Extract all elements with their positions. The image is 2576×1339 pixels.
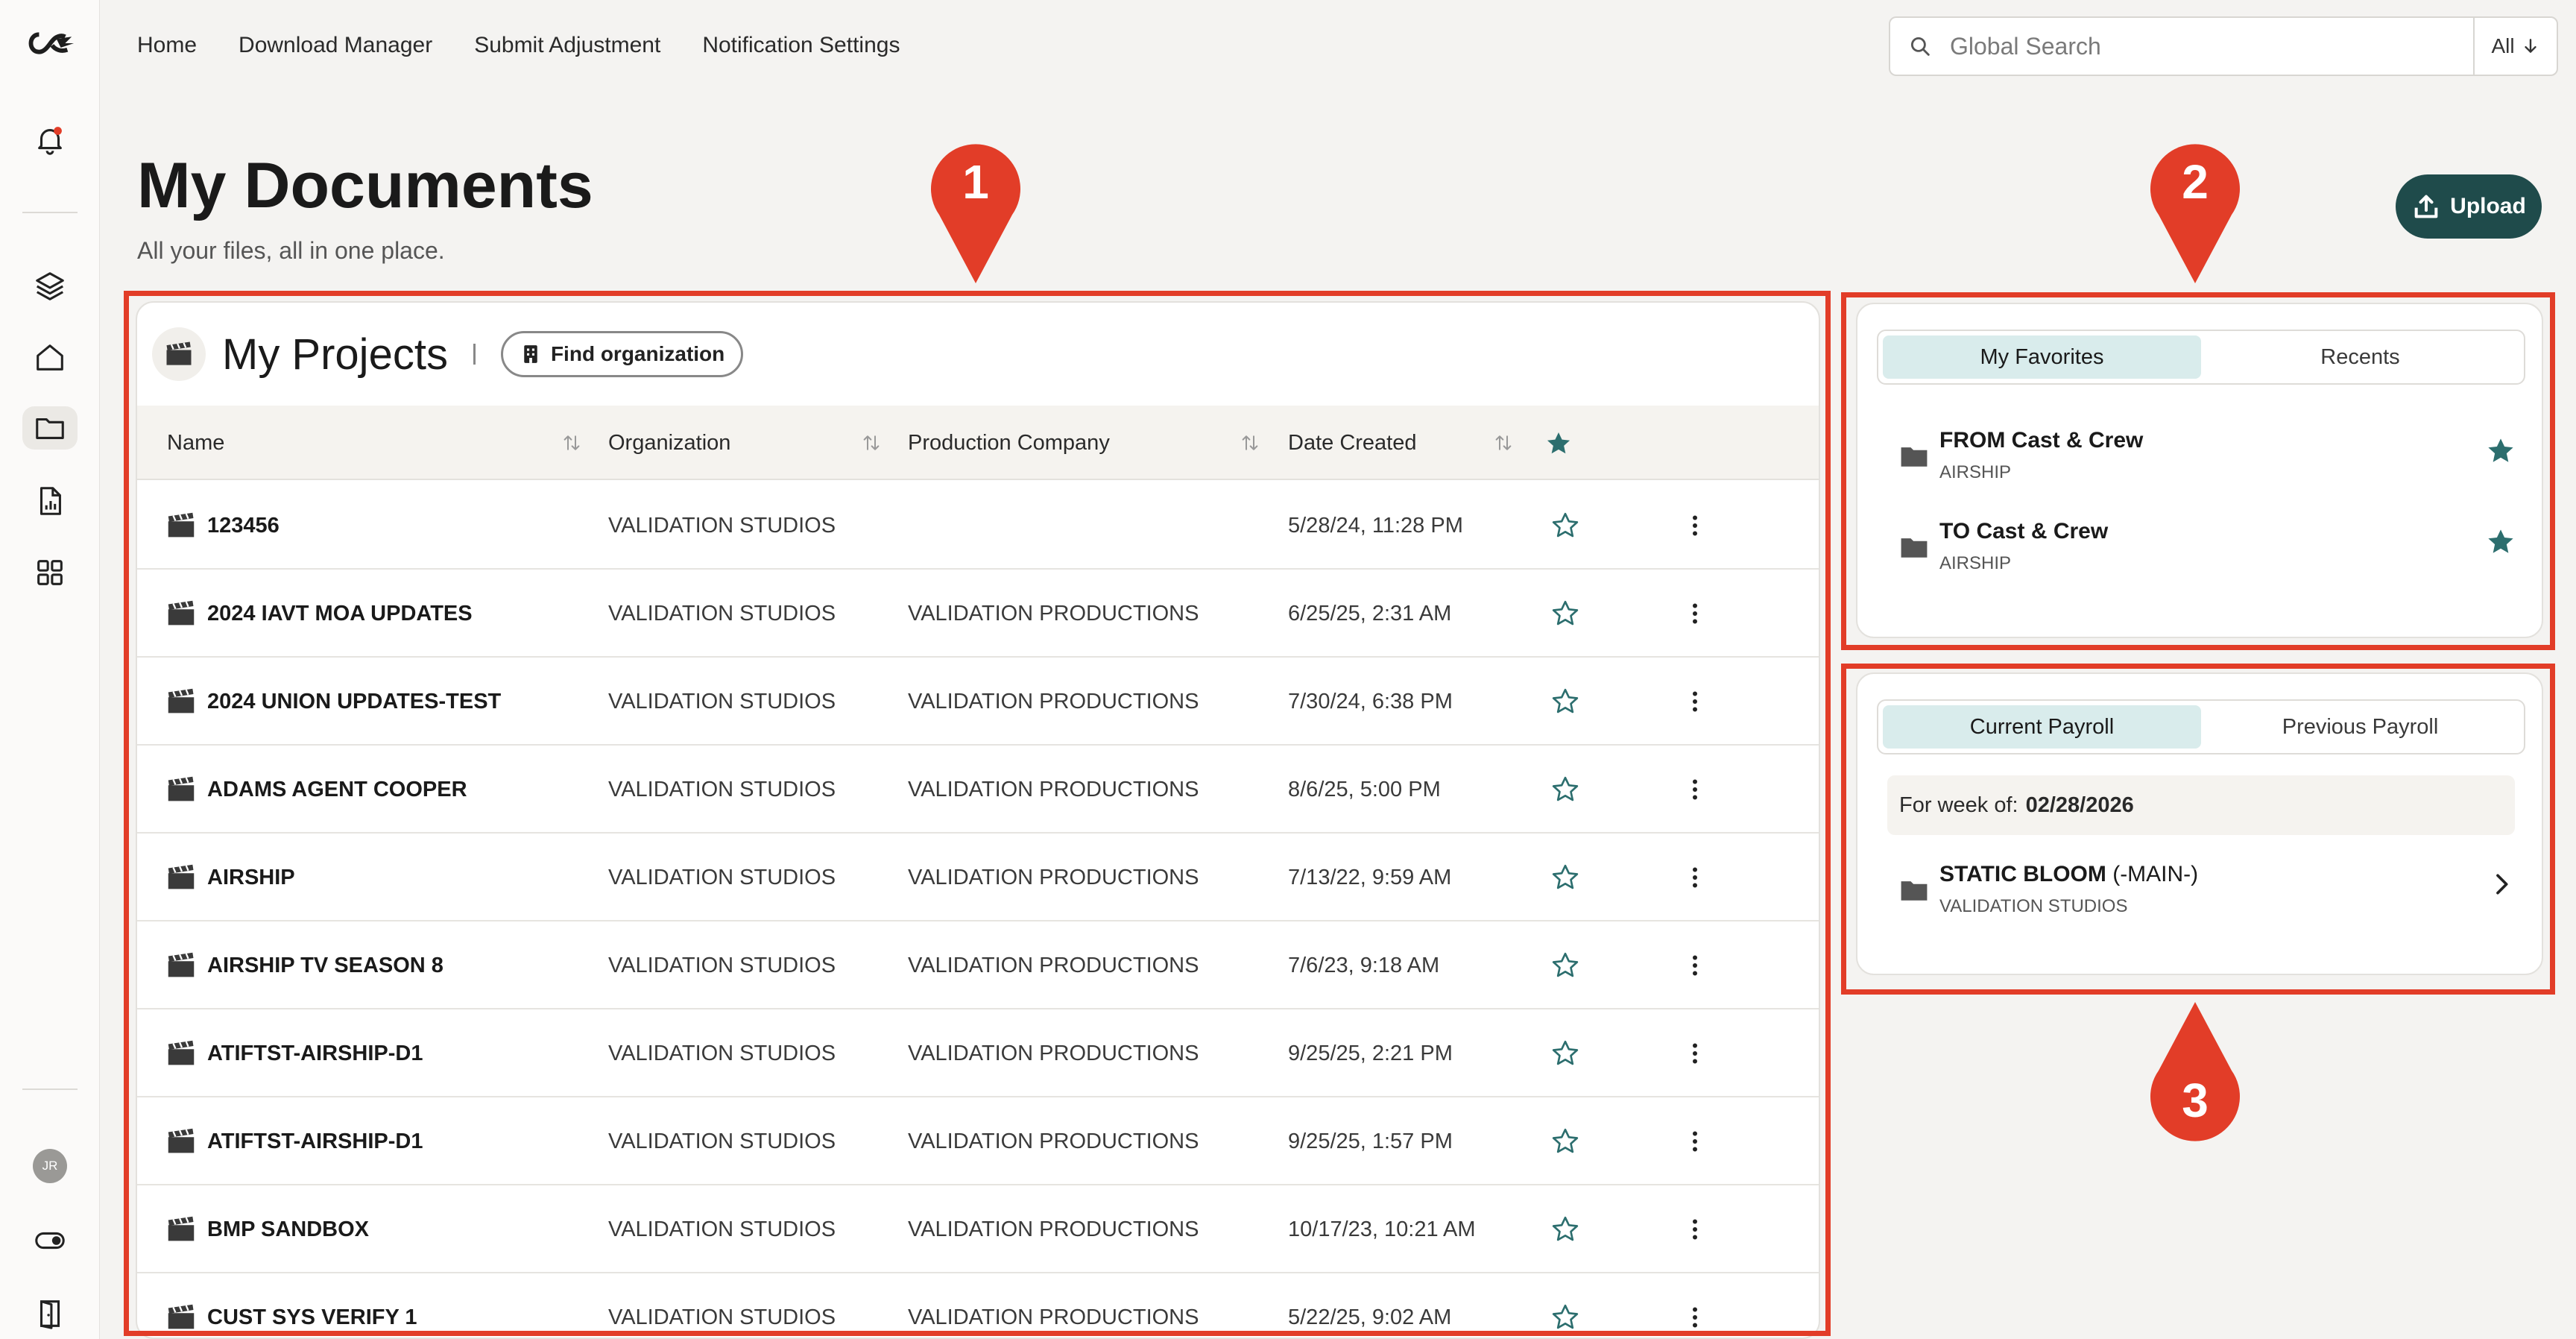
marker-label: 1 [962,155,989,209]
nav-notification-settings[interactable]: Notification Settings [702,33,900,58]
report-icon [40,487,61,515]
annotation-box-2 [1841,292,2555,650]
upload-icon [2414,195,2438,218]
global-search: All [1889,16,2558,76]
search-input[interactable] [1950,32,2473,60]
sidebar-divider [22,212,78,213]
marker-label: 2 [2182,155,2209,209]
logout-button[interactable] [0,1287,100,1339]
page-subtitle: All your files, all in one place. [137,237,445,264]
grid-icon [37,560,63,585]
notifications-button[interactable] [0,113,100,167]
user-avatar-button[interactable]: JR [0,1139,100,1193]
annotation-marker-1: 1 [931,144,1020,283]
upload-label: Upload [2450,194,2526,218]
annotation-box-1 [124,291,1831,1336]
sidebar-item-documents[interactable] [0,401,100,455]
sidebar-item-reports[interactable] [0,474,100,528]
search-icon [1890,18,1950,75]
layers-icon [36,272,64,300]
top-nav: Home Download Manager Submit Adjustment … [137,33,900,58]
door-icon [40,1300,60,1329]
annotation-marker-2: 2 [2150,144,2240,283]
sidebar-item-home[interactable] [0,331,100,385]
bell-icon [38,127,62,155]
avatar: JR [33,1149,67,1183]
nav-submit-adjustment[interactable]: Submit Adjustment [474,33,660,58]
sidebar-divider [22,1088,78,1090]
sidebar: JR [0,0,100,1339]
annotation-box-3 [1841,664,2555,995]
marker-label: 3 [2182,1074,2209,1127]
page-title: My Documents [137,150,593,221]
logo-icon [28,32,75,54]
theme-toggle[interactable] [0,1214,100,1267]
arrow-down-icon [2524,39,2536,53]
sidebar-item-layers[interactable] [0,259,100,313]
search-scope-label: All [2491,34,2515,57]
sidebar-item-apps[interactable] [0,546,100,599]
folder-icon [36,418,64,439]
toggle-icon [35,1232,65,1250]
nav-download-manager[interactable]: Download Manager [239,33,432,58]
annotation-marker-3: 3 [2150,1002,2240,1141]
search-scope-select[interactable]: All [2473,18,2557,75]
nav-home[interactable]: Home [137,33,197,58]
logo[interactable] [0,16,100,70]
upload-button[interactable]: Upload [2396,174,2542,239]
home-icon [37,344,63,371]
